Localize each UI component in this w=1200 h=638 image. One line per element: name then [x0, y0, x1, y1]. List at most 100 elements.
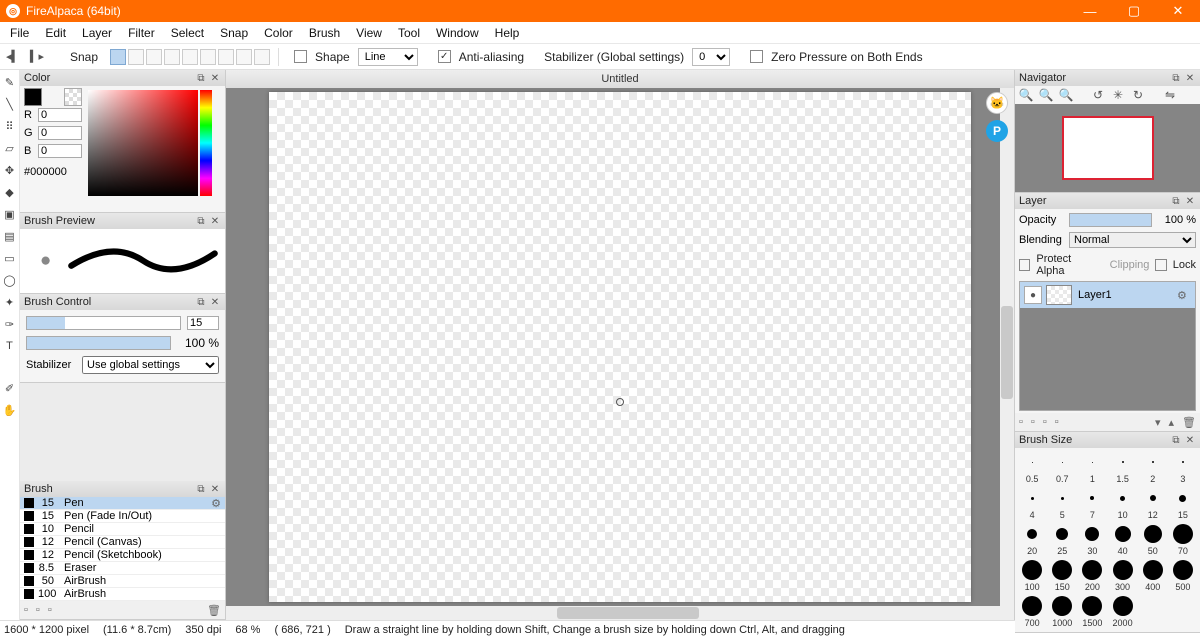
brush-size-cell[interactable]: 5: [1049, 488, 1075, 520]
panel-close-icon[interactable]: ✕: [209, 215, 221, 227]
new-folder-icon[interactable]: ▫: [1031, 416, 1035, 428]
select-pen-tool-icon[interactable]: ✑: [2, 316, 18, 332]
brush-size-cell[interactable]: 3: [1170, 452, 1196, 484]
pixiv-icon[interactable]: P: [986, 120, 1008, 142]
hand-tool-icon[interactable]: ✋: [2, 402, 18, 418]
panel-undock-icon[interactable]: ⧉: [195, 72, 207, 84]
menu-window[interactable]: Window: [428, 23, 487, 43]
panel-close-icon[interactable]: ✕: [209, 296, 221, 308]
layer-list[interactable]: ● Layer1 ⚙: [1019, 281, 1196, 411]
vertical-scrollbar[interactable]: [1000, 88, 1014, 606]
brush-size-cell[interactable]: 70: [1170, 524, 1196, 556]
snap-3d-button[interactable]: [236, 49, 252, 65]
dot-tool-icon[interactable]: ⠿: [2, 118, 18, 134]
panel-undock-icon[interactable]: ⧉: [195, 296, 207, 308]
brush-size-cell[interactable]: 0.5: [1019, 452, 1045, 484]
b-input[interactable]: [38, 144, 82, 158]
blending-select[interactable]: Normal: [1069, 232, 1196, 248]
menu-help[interactable]: Help: [487, 23, 528, 43]
menu-snap[interactable]: Snap: [212, 23, 256, 43]
brush-list-row[interactable]: 15Pen⚙: [20, 497, 225, 510]
protect-alpha-checkbox[interactable]: [1019, 259, 1030, 271]
delete-brush-icon[interactable]: 🗑: [207, 604, 221, 617]
dup-layer-icon[interactable]: ▫: [1043, 416, 1047, 428]
brush-size-cell[interactable]: 150: [1049, 560, 1075, 592]
brush-size-cell[interactable]: 100: [1019, 560, 1045, 592]
zoom-out-icon[interactable]: 🔍: [1039, 88, 1053, 102]
menu-filter[interactable]: Filter: [120, 23, 163, 43]
menu-select[interactable]: Select: [163, 23, 212, 43]
rotate-reset-icon[interactable]: ✳: [1111, 88, 1125, 102]
snap-off-button[interactable]: [110, 49, 126, 65]
shape-checkbox[interactable]: [294, 50, 307, 63]
brush-size-cell[interactable]: 1.5: [1109, 452, 1135, 484]
redo-icon[interactable]: ▍▸: [28, 48, 46, 66]
g-input[interactable]: [38, 126, 82, 140]
brush-size-cell[interactable]: 2000: [1109, 596, 1135, 628]
undo-icon[interactable]: ◂▍: [4, 48, 22, 66]
eraser-tool-icon[interactable]: ▱: [2, 140, 18, 156]
zero-pressure-checkbox[interactable]: [750, 50, 763, 63]
snap-cross-button[interactable]: [146, 49, 162, 65]
menu-tool[interactable]: Tool: [390, 23, 428, 43]
snap-curve-button[interactable]: [218, 49, 234, 65]
brush-list-row[interactable]: 10Pencil: [20, 523, 225, 536]
brush-size-cell[interactable]: 25: [1049, 524, 1075, 556]
canvas-viewport[interactable]: 🐱 P: [226, 88, 1014, 606]
brush-size-cell[interactable]: 30: [1079, 524, 1105, 556]
close-button[interactable]: ✕: [1156, 0, 1200, 22]
brush-tool-icon[interactable]: ✎: [2, 74, 18, 90]
panel-close-icon[interactable]: ✕: [1184, 434, 1196, 446]
brush-list-row[interactable]: 8.5Eraser: [20, 562, 225, 575]
menu-color[interactable]: Color: [256, 23, 301, 43]
layer-row[interactable]: ● Layer1 ⚙: [1020, 282, 1195, 308]
brush-size-cell[interactable]: 700: [1019, 596, 1045, 628]
snap-radial-button[interactable]: [182, 49, 198, 65]
rotate-right-icon[interactable]: ↻: [1131, 88, 1145, 102]
snap-vanish-button[interactable]: [164, 49, 180, 65]
antialias-checkbox[interactable]: [438, 50, 451, 63]
layer-visibility-icon[interactable]: ●: [1024, 286, 1042, 304]
panel-undock-icon[interactable]: ⧉: [1170, 434, 1182, 446]
brush-size-cell[interactable]: 15: [1170, 488, 1196, 520]
layer-settings-icon[interactable]: ⚙: [1177, 289, 1191, 302]
brush-size-cell[interactable]: 4: [1019, 488, 1045, 520]
dup-brush-icon[interactable]: ▫: [48, 604, 52, 616]
navigator-thumbnail[interactable]: [1062, 116, 1154, 180]
document-tab[interactable]: Untitled: [226, 70, 1014, 88]
pencil-tool-icon[interactable]: ╲: [2, 96, 18, 112]
layer-opacity-slider[interactable]: [1069, 213, 1152, 227]
brush-size-cell[interactable]: 1000: [1049, 596, 1075, 628]
select-rect-tool-icon[interactable]: ▭: [2, 250, 18, 266]
panel-undock-icon[interactable]: ⧉: [1170, 195, 1182, 207]
brush-list-row[interactable]: 15Pen (Fade In/Out): [20, 510, 225, 523]
up-icon[interactable]: ▴: [1169, 416, 1175, 429]
brush-size-cell[interactable]: 7: [1079, 488, 1105, 520]
delete-layer-icon[interactable]: 🗑: [1182, 416, 1196, 429]
bucket-tool-icon[interactable]: ▣: [2, 206, 18, 222]
eyedropper-tool-icon[interactable]: ✐: [2, 380, 18, 396]
brush-list-row[interactable]: 50AirBrush: [20, 575, 225, 588]
brush-size-cell[interactable]: 50: [1140, 524, 1166, 556]
brush-size-cell[interactable]: 0.7: [1049, 452, 1075, 484]
add-group-icon[interactable]: ▫: [36, 604, 40, 616]
brush-size-cell[interactable]: 10: [1109, 488, 1135, 520]
menu-layer[interactable]: Layer: [74, 23, 120, 43]
snap-circle-button[interactable]: [200, 49, 216, 65]
lock-checkbox[interactable]: [1155, 259, 1166, 271]
merge-icon[interactable]: ▫: [1055, 416, 1059, 428]
brush-size-cell[interactable]: 200: [1079, 560, 1105, 592]
menu-edit[interactable]: Edit: [37, 23, 74, 43]
size-slider[interactable]: [26, 316, 181, 330]
panel-undock-icon[interactable]: ⧉: [195, 215, 207, 227]
new-layer-icon[interactable]: ▫: [1019, 416, 1023, 428]
move-tool-icon[interactable]: ✥: [2, 162, 18, 178]
shape-select[interactable]: Line: [358, 48, 418, 66]
minimize-button[interactable]: —: [1068, 0, 1112, 22]
mascot-icon[interactable]: 🐱: [986, 92, 1008, 114]
fill-tool-icon[interactable]: ◆: [2, 184, 18, 200]
panel-undock-icon[interactable]: ⧉: [1170, 72, 1182, 84]
opacity-slider[interactable]: [26, 336, 171, 350]
brush-size-cell[interactable]: 1500: [1079, 596, 1105, 628]
brush-list-row[interactable]: 100AirBrush: [20, 588, 225, 601]
